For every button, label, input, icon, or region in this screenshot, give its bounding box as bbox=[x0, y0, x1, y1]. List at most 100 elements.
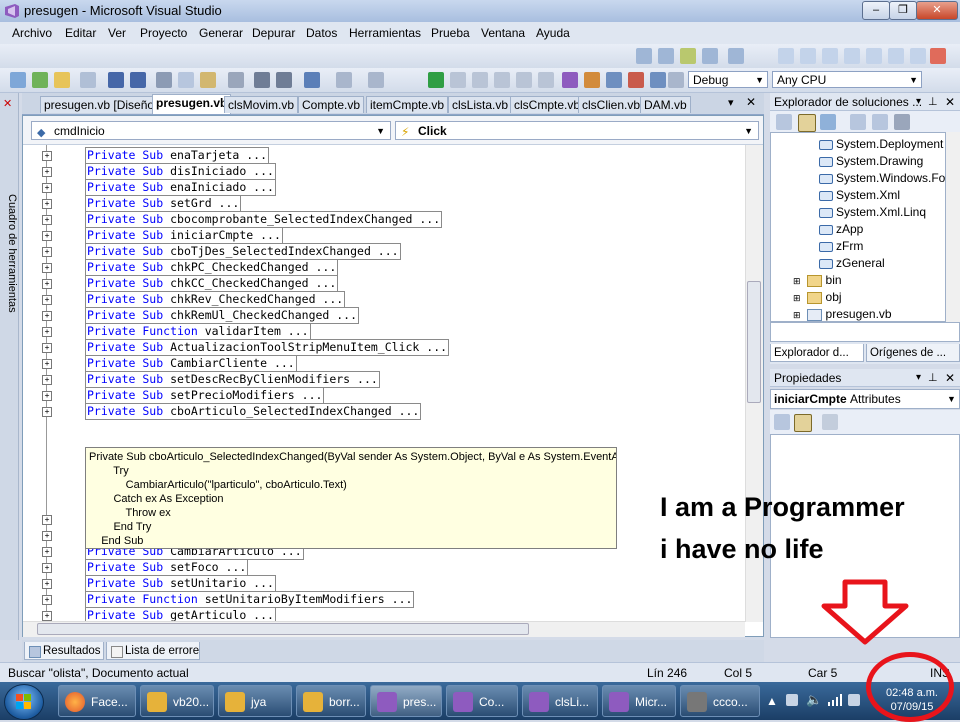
expand-region-icon[interactable]: + bbox=[42, 279, 52, 289]
view-code-icon[interactable] bbox=[850, 114, 866, 130]
tab-clslista[interactable]: clsLista.vb bbox=[448, 96, 513, 113]
expand-region-icon[interactable]: + bbox=[42, 391, 52, 401]
tree-item-reference[interactable]: System.Xml.Linq bbox=[819, 205, 926, 219]
object-browser-icon[interactable] bbox=[606, 72, 622, 88]
save-all-icon[interactable] bbox=[130, 72, 146, 88]
align-icon[interactable] bbox=[636, 48, 652, 64]
configuration-select[interactable]: Debug ▼ bbox=[688, 71, 768, 88]
expand-region-icon[interactable]: + bbox=[42, 231, 52, 241]
close-button[interactable]: ✕ bbox=[916, 1, 958, 20]
close-icon[interactable]: ✕ bbox=[945, 93, 955, 111]
tab-dropdown-icon[interactable]: ▾ bbox=[728, 96, 734, 109]
taskbar-item-active[interactable]: pres... bbox=[370, 685, 442, 717]
copy-icon[interactable] bbox=[178, 72, 194, 88]
code-line[interactable]: Private Sub cbocomprobante_SelectedIndex… bbox=[85, 211, 443, 228]
menu-ver[interactable]: Ver bbox=[108, 26, 126, 40]
tray-app-icon[interactable] bbox=[848, 694, 860, 706]
alphabetical-icon[interactable] bbox=[794, 414, 812, 432]
platform-select[interactable]: Any CPU ▼ bbox=[772, 71, 922, 88]
code-line[interactable]: Private Sub setPrecioModifiers ... bbox=[85, 387, 325, 404]
comment-icon[interactable] bbox=[254, 72, 270, 88]
expand-region-icon[interactable]: + bbox=[42, 247, 52, 257]
tab-clsclien[interactable]: clsClien.vb bbox=[578, 96, 645, 113]
expand-region-icon[interactable]: + bbox=[42, 343, 52, 353]
stop-icon[interactable] bbox=[472, 72, 488, 88]
dropdown-icon[interactable]: ▾ bbox=[916, 369, 921, 387]
format-icon[interactable] bbox=[680, 48, 696, 64]
cut-icon[interactable] bbox=[156, 72, 172, 88]
categorized-icon[interactable] bbox=[774, 414, 790, 430]
property-pages-icon[interactable] bbox=[822, 414, 838, 430]
grid-icon[interactable] bbox=[658, 48, 674, 64]
menu-ventana[interactable]: Ventana bbox=[481, 26, 525, 40]
solution-tree[interactable]: System.Deployment System.Drawing System.… bbox=[770, 132, 946, 322]
method-select[interactable]: ⚡ Click ▼ bbox=[395, 121, 759, 140]
tab-itemcmpte[interactable]: itemCmpte.vb bbox=[366, 96, 449, 113]
code-line[interactable]: Private Function setUnitarioByItemModifi… bbox=[85, 591, 415, 608]
new-project-icon[interactable] bbox=[10, 72, 26, 88]
tree-item-folder[interactable]: ⊞ bin bbox=[793, 273, 842, 287]
expand-icon[interactable]: ⊞ bbox=[793, 293, 801, 303]
expand-region-icon[interactable]: + bbox=[42, 579, 52, 589]
menu-depurar[interactable]: Depurar bbox=[252, 26, 295, 40]
undo-icon[interactable] bbox=[304, 72, 320, 88]
expand-region-icon[interactable]: + bbox=[42, 151, 52, 161]
tab-solution-explorer[interactable]: Explorador d... bbox=[770, 344, 864, 362]
find-icon[interactable] bbox=[228, 72, 244, 88]
solution-vertical-scrollbar[interactable] bbox=[946, 132, 960, 322]
network-icon[interactable] bbox=[828, 694, 842, 706]
expand-region-icon[interactable]: + bbox=[42, 295, 52, 305]
code-line[interactable]: Private Sub chkPC_CheckedChanged ... bbox=[85, 259, 339, 276]
dropdown-icon[interactable]: ▾ bbox=[916, 93, 921, 111]
solution-horizontal-scrollbar[interactable] bbox=[770, 322, 960, 342]
code-line[interactable]: Private Sub ActualizacionToolStripMenuIt… bbox=[85, 339, 450, 356]
window-icon[interactable] bbox=[778, 48, 794, 64]
view-designer-icon[interactable] bbox=[872, 114, 888, 130]
menu-proyecto[interactable]: Proyecto bbox=[140, 26, 187, 40]
paste-icon[interactable] bbox=[200, 72, 216, 88]
tab-data-sources[interactable]: Orígenes de ... bbox=[866, 344, 960, 362]
font-size-icon[interactable] bbox=[702, 48, 718, 64]
menu-datos[interactable]: Datos bbox=[306, 26, 337, 40]
expand-region-icon[interactable]: + bbox=[42, 183, 52, 193]
code-line[interactable]: Private Sub chkRev_CheckedChanged ... bbox=[85, 291, 346, 308]
tab-output[interactable]: Resultados bbox=[24, 642, 104, 660]
expand-icon[interactable]: ⊞ bbox=[793, 310, 801, 320]
options-icon[interactable] bbox=[668, 72, 684, 88]
expand-region-icon[interactable]: + bbox=[42, 167, 52, 177]
expand-region-icon[interactable]: + bbox=[42, 311, 52, 321]
tree-item-reference[interactable]: zGeneral bbox=[819, 256, 885, 270]
code-editor[interactable]: ◆ cmdInicio ▼ ⚡ Click ▼ + Private Sub enaTa… bbox=[22, 115, 764, 637]
solution-explorer-icon[interactable] bbox=[562, 72, 578, 88]
vertical-scroll-thumb[interactable] bbox=[747, 281, 761, 403]
show-all-files-icon[interactable] bbox=[798, 114, 816, 132]
code-line[interactable]: Private Sub setFoco ... bbox=[85, 559, 249, 576]
add-item-icon[interactable] bbox=[32, 72, 48, 88]
expand-region-icon[interactable]: + bbox=[42, 515, 52, 525]
properties-icon[interactable] bbox=[776, 114, 792, 130]
taskbar-item[interactable]: Face... bbox=[58, 685, 136, 717]
menu-archivo[interactable]: Archivo bbox=[12, 26, 52, 40]
window-icon[interactable] bbox=[800, 48, 816, 64]
code-line[interactable]: Private Sub getArticulo ... bbox=[85, 607, 276, 622]
pin-icon[interactable]: ⊥ bbox=[928, 93, 938, 111]
maximize-button[interactable]: ❐ bbox=[889, 1, 917, 20]
code-line[interactable]: Private Sub cboArticulo_SelectedIndexCha… bbox=[85, 403, 422, 420]
tree-item-file[interactable]: ⊞ presugen.vb bbox=[793, 307, 892, 321]
step-over-icon[interactable] bbox=[538, 72, 554, 88]
uncomment-icon[interactable] bbox=[276, 72, 292, 88]
taskbar-item[interactable]: Micr... bbox=[602, 685, 676, 717]
code-line[interactable]: Private Sub CambiarCliente ... bbox=[85, 355, 297, 372]
window-icon[interactable] bbox=[822, 48, 838, 64]
tree-item-reference[interactable]: System.Windows.Forms bbox=[819, 171, 945, 185]
save-icon[interactable] bbox=[108, 72, 124, 88]
command-window-icon[interactable] bbox=[650, 72, 666, 88]
taskbar-item[interactable]: borr... bbox=[296, 685, 366, 717]
close-window-icon[interactable] bbox=[930, 48, 946, 64]
properties-object-select[interactable]: iniciarCmpte Attributes ▼ bbox=[770, 389, 960, 409]
pause-icon[interactable] bbox=[450, 72, 466, 88]
close-icon[interactable]: ✕ bbox=[945, 369, 955, 387]
code-line[interactable]: Private Sub enaIniciado ... bbox=[85, 179, 276, 196]
tab-presugen-design[interactable]: presugen.vb [Diseño] bbox=[40, 96, 162, 113]
tab-dam[interactable]: DAM.vb bbox=[640, 96, 691, 113]
